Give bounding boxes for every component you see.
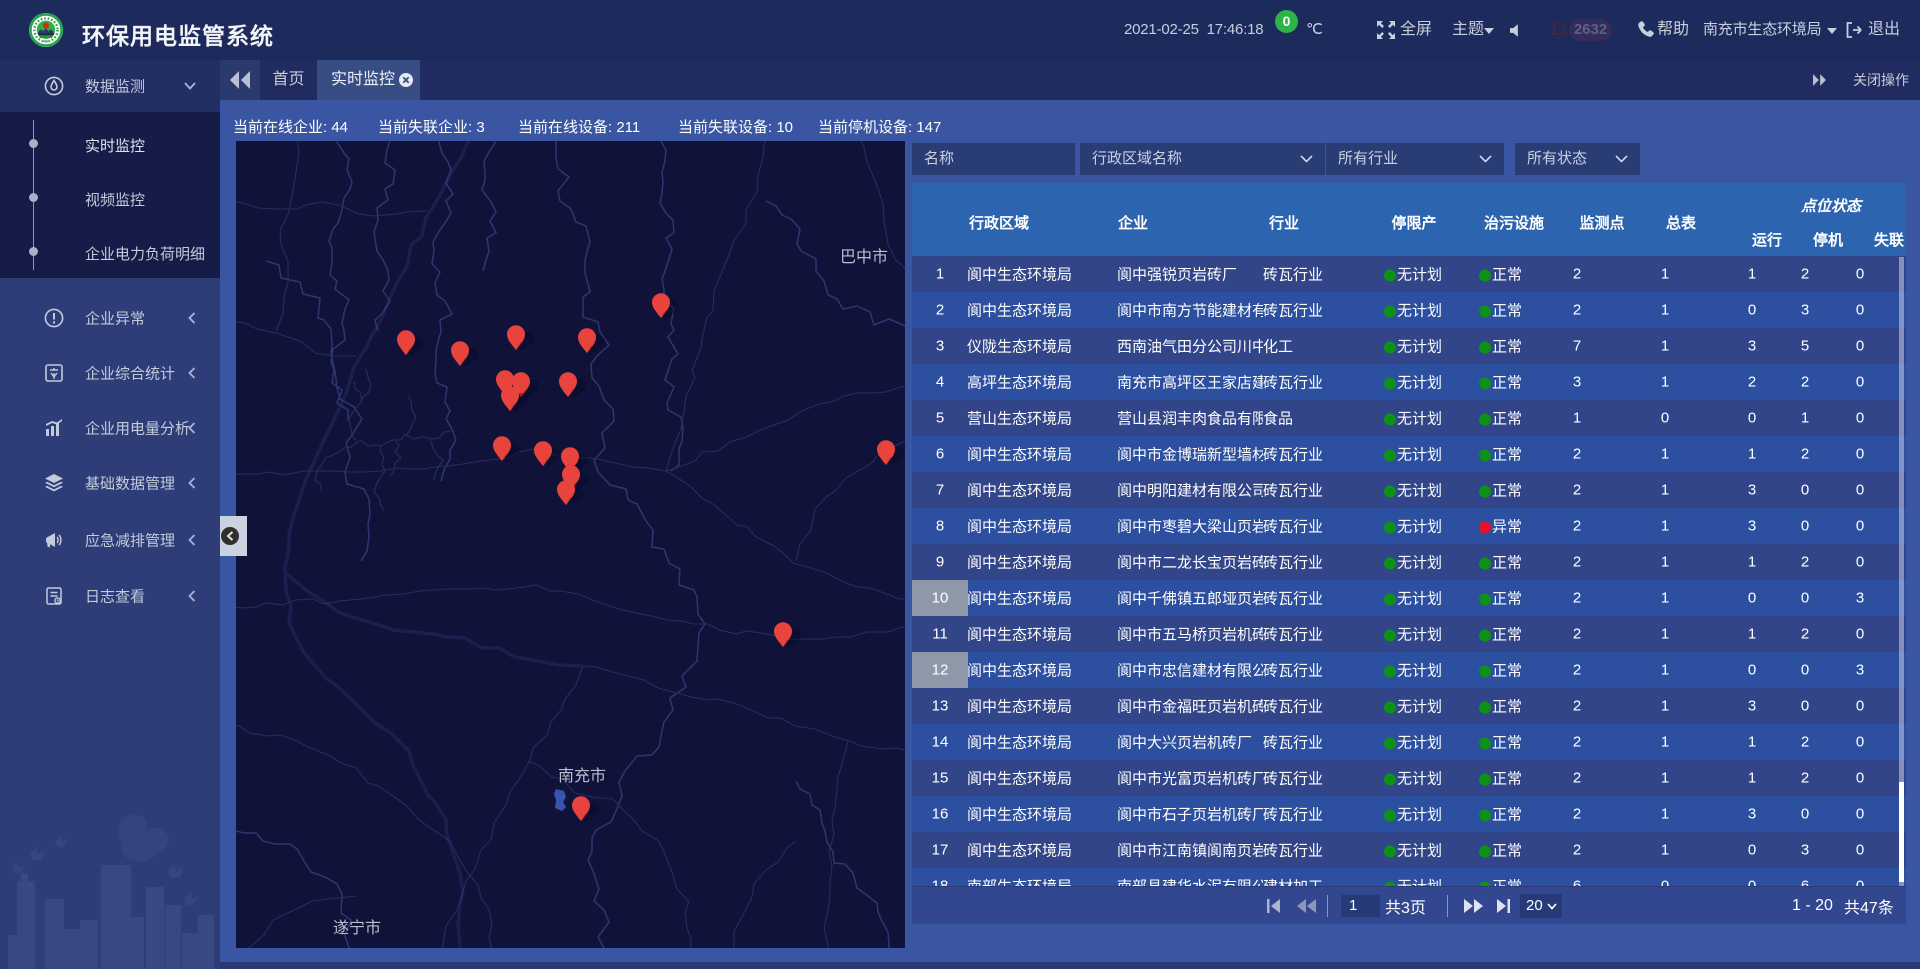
svg-text:南充市: 南充市 (558, 767, 606, 785)
svg-text:巴中市: 巴中市 (840, 248, 888, 266)
svg-text:遂宁市: 遂宁市 (333, 919, 381, 937)
